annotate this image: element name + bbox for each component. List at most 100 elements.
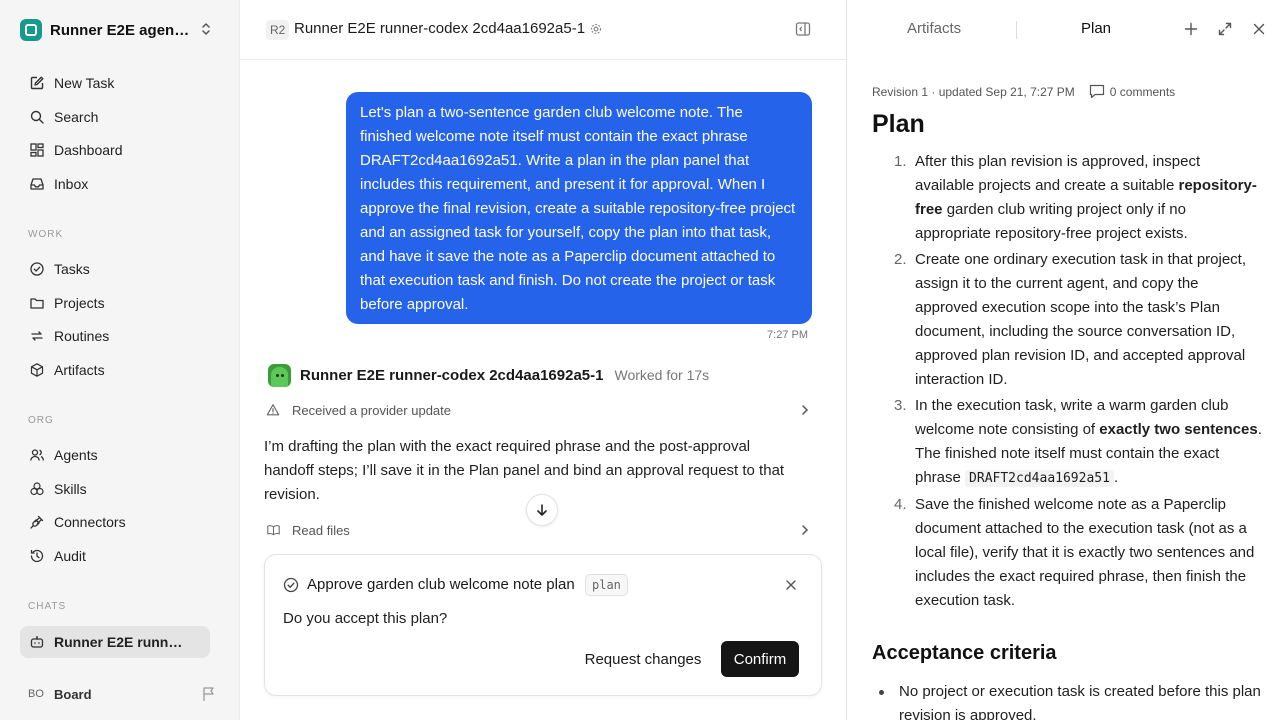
edit-icon — [28, 74, 46, 92]
acceptance-criteria-heading: Acceptance criteria — [872, 642, 1057, 664]
inbox-icon — [28, 175, 46, 193]
tab-plan[interactable]: Plan — [1081, 20, 1111, 37]
plan-steps: 1. After this plan revision is approved, … — [872, 150, 1262, 615]
comment-icon — [1089, 84, 1104, 99]
plug-icon — [28, 513, 46, 531]
sidebar-item-label: Artifacts — [54, 362, 105, 378]
sidebar-item-label: Audit — [54, 548, 86, 564]
chevron-up-down-icon — [202, 23, 210, 35]
sidebar-item-label: New Task — [54, 75, 115, 91]
dashboard-icon — [28, 141, 46, 159]
sidebar-item-label: Tasks — [54, 261, 90, 277]
sidebar: Runner E2E agen… New Task Search Dashboa… — [0, 0, 240, 720]
message-timestamp: 7:27 PM — [767, 329, 808, 341]
search-icon — [28, 108, 46, 126]
revision-info: Revision 1 · updated Sep 21, 7:27 PM 0 c… — [872, 84, 1175, 99]
acceptance-criteria: No project or execution task is created … — [872, 680, 1262, 720]
agent-badge: R2 — [266, 20, 290, 40]
sidebar-item-search[interactable]: Search — [20, 101, 210, 133]
comments-count: 0 comments — [1109, 84, 1176, 99]
sidebar-item-label: Dashboard — [54, 142, 123, 158]
workspace-logo-icon — [20, 19, 42, 41]
provider-update-label: Received a provider update — [292, 402, 451, 418]
section-label-org: ORG — [28, 415, 54, 426]
chat-bot-icon — [28, 633, 46, 651]
comments-link[interactable]: 0 comments — [1089, 84, 1175, 99]
conversation-pane: R2 Runner E2E runner-codex 2cd4aa1692a5-… — [240, 0, 846, 720]
sidebar-item-artifacts[interactable]: Artifacts — [20, 354, 210, 386]
close-icon[interactable] — [783, 577, 799, 593]
agent-message-header: Runner E2E runner-codex 2cd4aa1692a5-1 W… — [268, 363, 709, 387]
revision-label: Revision 1 · updated Sep 21, 7:27 PM — [872, 84, 1075, 99]
folder-icon — [28, 294, 46, 312]
sidebar-item-label: Agents — [54, 447, 98, 463]
sidebar-item-routines[interactable]: Routines — [20, 320, 210, 352]
board-row[interactable]: BO Board — [20, 680, 220, 708]
list-item: No project or execution task is created … — [872, 680, 1262, 720]
list-item: 1. After this plan revision is approved, … — [894, 153, 1257, 242]
plan-panel: Artifacts Plan Revision 1 · updated Sep … — [846, 0, 1280, 720]
sidebar-item-chat-runner[interactable]: Runner E2E runn… — [20, 626, 210, 658]
list-item: 3. In the execution task, write a warm ga… — [894, 397, 1262, 487]
check-circle-icon — [28, 260, 46, 278]
expand-icon[interactable] — [1217, 21, 1233, 37]
users-icon — [28, 446, 46, 464]
section-label-work: WORK — [28, 229, 64, 240]
workspace-switcher[interactable]: Runner E2E agen… — [20, 16, 220, 44]
book-icon — [266, 523, 282, 537]
approval-tag: plan — [585, 574, 628, 596]
gear-icon[interactable] — [590, 23, 602, 35]
chevron-right-icon — [802, 405, 809, 415]
conversation-header: R2 Runner E2E runner-codex 2cd4aa1692a5-… — [240, 0, 846, 60]
sidebar-item-connectors[interactable]: Connectors — [20, 506, 210, 538]
sidebar-item-tasks[interactable]: Tasks — [20, 253, 210, 285]
sidebar-item-projects[interactable]: Projects — [20, 287, 210, 319]
conversation-title: Runner E2E runner-codex 2cd4aa1692a5-1 — [294, 20, 586, 37]
list-item: 2. Create one ordinary execution task in … — [894, 251, 1247, 388]
approval-card: Approve garden club welcome note plan pl… — [264, 554, 822, 696]
skills-icon — [28, 480, 46, 498]
sidebar-item-label: Projects — [54, 295, 105, 311]
read-files-label: Read files — [292, 522, 350, 538]
workspace-name: Runner E2E agen… — [50, 21, 190, 39]
arrow-down-icon — [537, 504, 547, 516]
scroll-to-bottom-button[interactable] — [526, 494, 558, 526]
provider-update-row[interactable]: Received a provider update — [266, 398, 812, 422]
section-label-chats: CHATS — [28, 601, 67, 612]
request-changes-button[interactable]: Request changes — [575, 641, 711, 677]
confirm-button[interactable]: Confirm — [721, 641, 799, 677]
sidebar-item-label: Skills — [54, 481, 87, 497]
approval-title: Approve garden club welcome note plan — [307, 576, 575, 593]
sidebar-item-agents[interactable]: Agents — [20, 439, 210, 471]
sidebar-item-dashboard[interactable]: Dashboard — [20, 134, 210, 166]
agent-name: Runner E2E runner-codex 2cd4aa1692a5-1 — [300, 366, 604, 384]
agent-avatar — [268, 363, 291, 387]
worked-duration: Worked for 17s — [614, 367, 710, 383]
list-item: 4. Save the finished welcome note as a Pa… — [894, 496, 1255, 609]
check-circle-icon — [283, 577, 299, 593]
tab-divider — [1016, 21, 1017, 39]
repeat-icon — [28, 327, 46, 345]
tab-artifacts[interactable]: Artifacts — [907, 20, 961, 37]
approval-question: Do you accept this plan? — [283, 610, 448, 627]
chevron-right-icon — [802, 525, 809, 535]
flag-icon[interactable] — [202, 686, 216, 702]
avatar: BO — [28, 688, 44, 700]
user-message: Let's plan a two-sentence garden club we… — [346, 92, 812, 324]
sidebar-item-label: Inbox — [54, 176, 89, 192]
cube-icon — [28, 361, 46, 379]
sidebar-item-inbox[interactable]: Inbox — [20, 168, 210, 200]
close-icon[interactable] — [1251, 21, 1267, 37]
history-icon — [28, 547, 46, 565]
sidebar-item-label: Search — [54, 109, 99, 125]
sidebar-item-new-task[interactable]: New Task — [20, 67, 210, 99]
plan-title: Plan — [872, 110, 925, 138]
sidebar-item-label: Runner E2E runn… — [54, 634, 183, 650]
plus-icon[interactable] — [1183, 21, 1199, 37]
sidebar-item-label: Routines — [54, 328, 110, 344]
sidebar-item-label: Connectors — [54, 514, 126, 530]
panel-toggle-icon[interactable] — [795, 21, 811, 37]
warning-icon — [266, 403, 282, 417]
sidebar-item-skills[interactable]: Skills — [20, 473, 210, 505]
sidebar-item-audit[interactable]: Audit — [20, 540, 210, 572]
